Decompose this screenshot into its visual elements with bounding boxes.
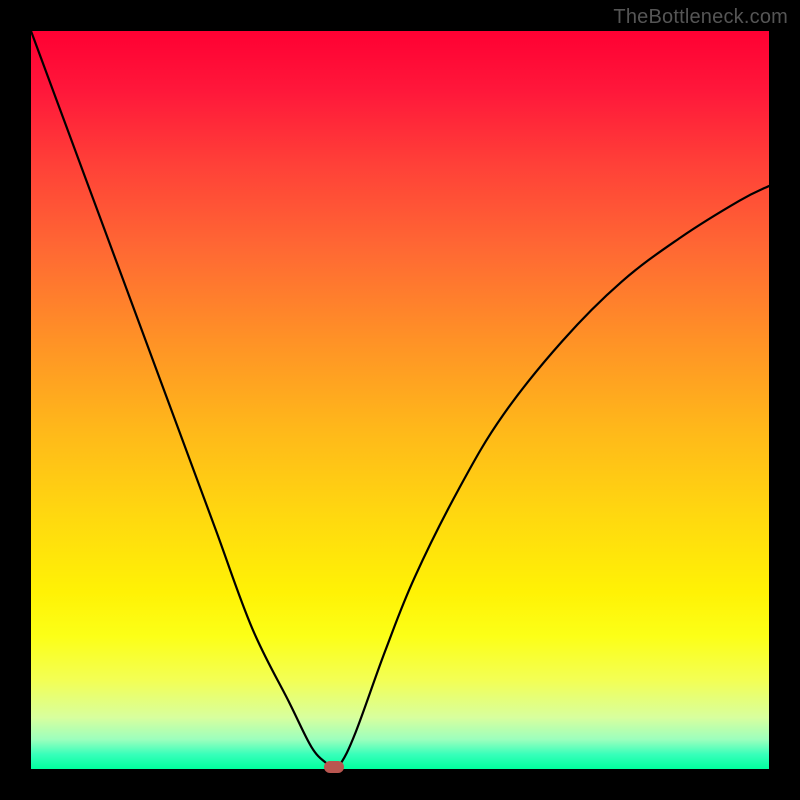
outer-frame: TheBottleneck.com — [0, 0, 800, 800]
plot-area — [31, 31, 769, 769]
watermark-text: TheBottleneck.com — [613, 6, 788, 29]
